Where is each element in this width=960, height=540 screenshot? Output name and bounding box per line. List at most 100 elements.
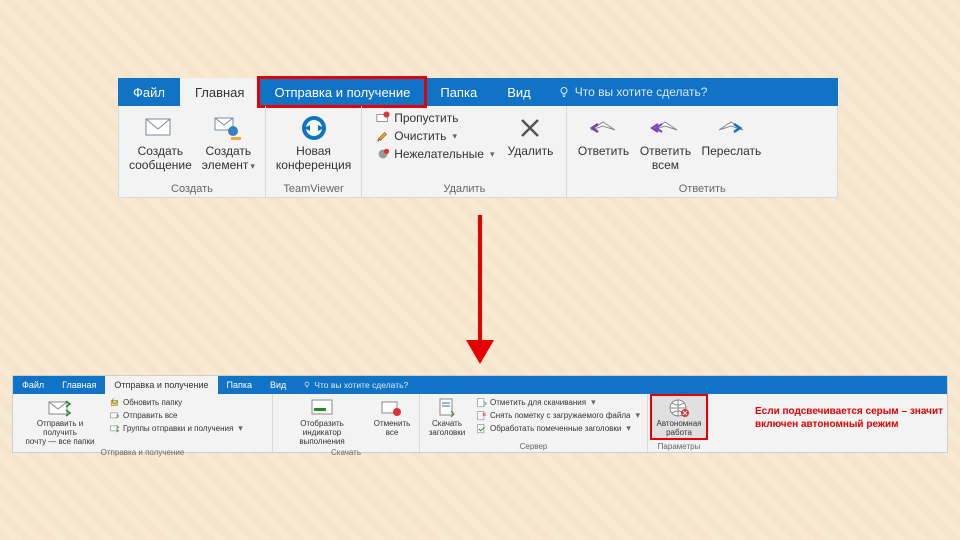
ignore-button[interactable]: Пропустить — [372, 110, 498, 126]
group-teamviewer: Новая конференция TeamViewer — [266, 106, 362, 197]
tab-view[interactable]: Вид — [492, 78, 546, 106]
mark-icon — [477, 398, 487, 408]
arrow-head-icon — [466, 340, 494, 364]
unmark-button[interactable]: Снять пометку с загружаемого файла▾ — [474, 409, 643, 422]
group-download: Отобразить индикатор выполнения Отменить… — [273, 394, 420, 452]
reply-icon — [588, 112, 618, 144]
group-send-receive: Отправить и получить почту — все папки О… — [13, 394, 273, 452]
cancel-all-icon — [381, 397, 403, 419]
update-folder-label: Обновить папку — [123, 396, 182, 409]
work-offline-label: Автономная работа — [657, 419, 702, 437]
new-items-button[interactable]: Создать элемент▾ — [198, 110, 259, 175]
ignore-label: Пропустить — [394, 111, 458, 125]
forward-button[interactable]: Переслать — [697, 110, 765, 160]
new-mail-label: Создать сообщение — [129, 144, 192, 172]
delete-icon — [517, 112, 543, 144]
group-preferences-label: Параметры — [652, 441, 706, 451]
work-offline-icon — [668, 397, 690, 419]
reply-all-label: Ответить всем — [640, 144, 691, 172]
tell-me-search-bot[interactable]: Что вы хотите сделать? — [295, 376, 416, 394]
tab-file[interactable]: Файл — [118, 78, 180, 106]
tell-me-label-bot: Что вы хотите сделать? — [314, 380, 408, 390]
show-progress-button[interactable]: Отобразить индикатор выполнения — [277, 396, 367, 447]
send-receive-groups-label: Группы отправки и получения — [123, 422, 233, 435]
group-create-label: Создать — [125, 181, 259, 195]
delete-label: Удалить — [508, 144, 554, 158]
tab-file-bot[interactable]: Файл — [13, 376, 53, 394]
send-icon — [110, 411, 120, 421]
tab-send-receive-bot[interactable]: Отправка и получение — [105, 376, 217, 394]
update-folder-button[interactable]: Обновить папку — [107, 396, 246, 409]
group-teamviewer-label: TeamViewer — [272, 181, 355, 195]
tab-home[interactable]: Главная — [180, 78, 259, 106]
tab-folder-bot[interactable]: Папка — [218, 376, 262, 394]
refresh-icon — [110, 398, 120, 408]
group-download-label: Скачать — [277, 447, 415, 457]
process-marked-label: Обработать помеченные заголовки — [490, 422, 621, 435]
download-headers-icon — [438, 397, 456, 419]
annotation-text: Если подсвечивается серым – значит включ… — [755, 405, 945, 431]
new-items-label: Создать элемент▾ — [202, 144, 255, 173]
reply-all-icon — [650, 112, 680, 144]
group-delete: Пропустить Очистить▾ Нежелательные▾ — [362, 106, 567, 197]
send-receive-all-label: Отправить и получить почту — все папки — [20, 419, 100, 446]
send-all-label: Отправить все — [123, 409, 178, 422]
unmark-label: Снять пометку с загружаемого файла — [490, 409, 630, 422]
group-server: Скачать заголовки Отметить для скачивани… — [420, 394, 648, 452]
arrow-icon — [476, 215, 484, 360]
ribbon-home: Файл Главная Отправка и получение Папка … — [118, 78, 838, 198]
mark-download-label: Отметить для скачивания — [490, 396, 586, 409]
groups-icon — [110, 424, 120, 434]
group-send-receive-label: Отправка и получение — [17, 447, 268, 457]
ribbon-body: Создать сообщение Создать элемент▾ Созда… — [118, 106, 838, 198]
process-icon — [477, 424, 487, 434]
lightbulb-icon — [558, 86, 570, 98]
download-headers-label: Скачать заголовки — [429, 419, 466, 437]
ignore-icon — [376, 111, 390, 125]
tab-send-receive[interactable]: Отправка и получение — [259, 78, 425, 106]
show-progress-label: Отобразить индикатор выполнения — [280, 419, 364, 446]
lightbulb-icon — [303, 381, 311, 389]
group-create: Создать сообщение Создать элемент▾ Созда… — [119, 106, 266, 197]
process-marked-button[interactable]: Обработать помеченные заголовки▾ — [474, 422, 643, 435]
group-server-label: Сервер — [424, 441, 643, 451]
group-respond-label: Ответить — [573, 181, 831, 195]
reply-label: Ответить — [578, 144, 629, 158]
download-headers-button[interactable]: Скачать заголовки — [424, 396, 470, 438]
cancel-all-label: Отменить все — [374, 419, 411, 437]
new-meeting-button[interactable]: Новая конференция — [272, 110, 355, 174]
tell-me-search[interactable]: Что вы хотите сделать? — [546, 78, 720, 106]
group-preferences: Автономная работа Параметры — [648, 394, 710, 452]
reply-all-button[interactable]: Ответить всем — [635, 110, 695, 174]
cleanup-button[interactable]: Очистить▾ — [372, 128, 498, 144]
tab-bar: Файл Главная Отправка и получение Папка … — [118, 78, 838, 106]
forward-icon — [716, 112, 746, 144]
new-items-icon — [213, 112, 243, 144]
delete-button[interactable]: Удалить — [500, 110, 560, 160]
group-respond: Ответить Ответить всем Переслать Ответит… — [567, 106, 837, 197]
tab-bar-bottom: Файл Главная Отправка и получение Папка … — [13, 376, 947, 394]
tell-me-label: Что вы хотите сделать? — [575, 85, 708, 99]
new-mail-button[interactable]: Создать сообщение — [125, 110, 196, 174]
cancel-all-button[interactable]: Отменить все — [369, 396, 415, 438]
junk-button[interactable]: Нежелательные▾ — [372, 146, 498, 162]
cleanup-label: Очистить — [394, 129, 446, 143]
unmark-icon — [477, 411, 487, 421]
send-receive-groups-button[interactable]: Группы отправки и получения▾ — [107, 422, 246, 435]
mark-download-button[interactable]: Отметить для скачивания▾ — [474, 396, 643, 409]
tab-home-bot[interactable]: Главная — [53, 376, 105, 394]
new-meeting-label: Новая конференция — [276, 144, 351, 172]
tab-folder[interactable]: Папка — [425, 78, 492, 106]
progress-icon — [311, 397, 333, 419]
cleanup-icon — [376, 129, 390, 143]
send-receive-all-button[interactable]: Отправить и получить почту — все папки — [17, 396, 103, 447]
send-receive-all-icon — [48, 397, 72, 419]
send-all-button[interactable]: Отправить все — [107, 409, 246, 422]
tab-view-bot[interactable]: Вид — [261, 376, 295, 394]
junk-icon — [376, 147, 390, 161]
work-offline-button[interactable]: Автономная работа — [652, 396, 706, 438]
forward-label: Переслать — [701, 144, 761, 158]
reply-button[interactable]: Ответить — [573, 110, 633, 160]
group-delete-label: Удалить — [368, 181, 560, 195]
new-mail-icon — [145, 112, 175, 144]
